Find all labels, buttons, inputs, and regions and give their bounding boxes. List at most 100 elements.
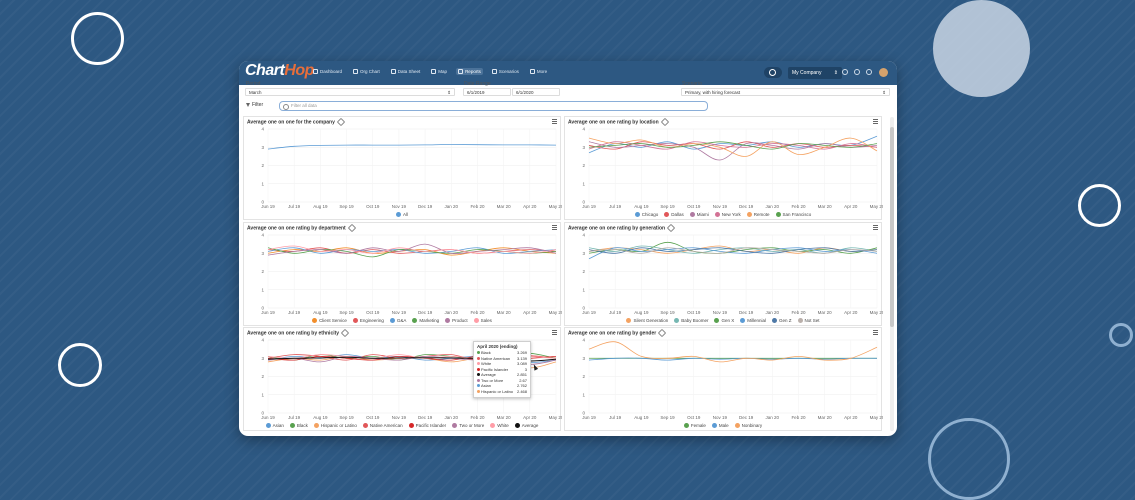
x-tick-label: Apr 20 (523, 415, 537, 420)
edit-icon[interactable] (657, 328, 667, 338)
tooltip-value: 2.468 (516, 388, 527, 394)
edit-icon[interactable] (336, 117, 346, 127)
x-tick-label: Feb 20 (470, 310, 485, 315)
legend-item[interactable]: Dallas (664, 212, 684, 217)
x-tick-label: May 20 (549, 415, 562, 420)
eye-icon[interactable] (842, 69, 848, 75)
x-tick-label: Jun 19 (582, 415, 596, 420)
help-icon[interactable] (866, 69, 872, 75)
logo-text: Chart (245, 62, 285, 79)
legend-item[interactable]: Chicago (634, 212, 658, 217)
legend-item[interactable]: Marketing (412, 318, 439, 323)
legend-item[interactable]: Gen Z (772, 318, 792, 323)
tooltip-swatch (477, 378, 480, 382)
x-tick-label: Mar 20 (818, 415, 833, 420)
nav-item-scenarios[interactable]: Scenarios (490, 68, 521, 75)
legend-swatch (408, 423, 414, 428)
chart-menu-icon[interactable] (552, 119, 557, 124)
legend-item[interactable]: Native American (362, 423, 403, 428)
legend-item[interactable]: Gen X (714, 318, 734, 323)
edit-icon[interactable] (660, 117, 669, 127)
search-icon (283, 104, 289, 110)
legend-item[interactable]: Miami (689, 212, 709, 217)
nav-item-more[interactable]: More (528, 68, 549, 75)
legend-item[interactable]: Engineering (352, 318, 384, 323)
edit-icon[interactable] (340, 328, 350, 338)
legend-item[interactable]: Remote (746, 212, 770, 217)
legend-item[interactable]: Nonbinary (734, 423, 762, 428)
scrollbar[interactable] (890, 117, 894, 431)
legend-item[interactable]: White (490, 423, 509, 428)
nav-item-reports[interactable]: Reports (456, 68, 483, 75)
chart-menu-icon[interactable] (873, 225, 878, 230)
legend-item[interactable]: Hispanic or Latino (313, 423, 357, 428)
legend-item[interactable]: Client Service (312, 318, 347, 323)
x-tick-label: Apr 20 (523, 310, 537, 315)
legend-item[interactable]: G&A (389, 318, 407, 323)
legend-item[interactable]: Asian (265, 423, 284, 428)
logo-text-accent: Hop (284, 62, 314, 79)
legend-item[interactable]: Silent Generation (626, 318, 668, 323)
global-search-button[interactable] (764, 67, 782, 78)
chart-menu-icon[interactable] (873, 330, 878, 335)
y-tick-label: 4 (582, 233, 585, 238)
legend-item[interactable]: Baby Boomer (674, 318, 708, 323)
edit-icon[interactable] (666, 223, 676, 233)
nav-label: Data Sheet (397, 69, 421, 74)
legend-swatch (714, 318, 720, 323)
date-end-input[interactable]: 6/1/2020 (512, 88, 560, 96)
edit-icon[interactable] (347, 223, 356, 233)
nav-item-dashboard[interactable]: Dashboard (311, 68, 344, 75)
legend-item[interactable]: Sales (473, 318, 492, 323)
chart-tooltip: April 2020 (ending) Black 3.269 Native Ame… (473, 341, 531, 398)
legend-item[interactable]: New York (714, 212, 741, 217)
y-tick-label: 1 (261, 287, 264, 292)
legend-item[interactable]: Millennial (740, 318, 766, 323)
legend-item[interactable]: All (395, 212, 408, 217)
company-switcher[interactable]: My Company ⇕ (788, 67, 842, 79)
nav-item-org-chart[interactable]: Org Chart (351, 68, 382, 75)
chartHop-logo[interactable]: ChartHop (245, 62, 314, 80)
legend-item[interactable]: San Francisco (775, 212, 812, 217)
filters-button[interactable]: Filter (246, 102, 263, 108)
tooltip-swatch (477, 362, 480, 366)
y-tick-label: 1 (261, 392, 264, 397)
chart-menu-icon[interactable] (552, 225, 557, 230)
nav-item-data-sheet[interactable]: Data Sheet (389, 68, 423, 75)
legend-label: Miami (696, 212, 709, 217)
tooltip-series-name: Hispanic or Latino (481, 388, 514, 394)
legend-label: G&A (396, 318, 407, 323)
legend-item[interactable]: Black (289, 423, 308, 428)
legend-label: Marketing (419, 318, 440, 323)
filters-label: Filter (252, 102, 264, 108)
legend-item[interactable]: Two or More (452, 423, 484, 428)
series-line-all[interactable] (267, 144, 557, 150)
legend-swatch (664, 212, 670, 217)
chart-menu-icon[interactable] (873, 119, 878, 124)
legend-item[interactable]: Male (711, 423, 729, 428)
scrollbar-thumb[interactable] (890, 127, 894, 327)
chart-title: Average one on one rating by location (568, 117, 669, 127)
legend-item[interactable]: Female (683, 423, 706, 428)
legend-item[interactable]: Average (514, 423, 538, 428)
period-select[interactable]: March ⇕ (245, 88, 455, 96)
reports-icon (458, 69, 464, 74)
legend-label: Not Set (804, 318, 820, 323)
filter-search-input[interactable]: Filter all data (279, 101, 708, 111)
legend-item[interactable]: Pacific Islander (408, 423, 447, 428)
app-window: ChartHop Dashboard Org Chart Data Sheet Map… (239, 61, 897, 436)
legend-item[interactable]: Product (445, 318, 468, 323)
nav-item-map[interactable]: Map (429, 68, 449, 75)
x-tick-label: Dec 19 (418, 415, 433, 420)
chart-panel: 0 1 2 3 4 Jun 19 Jul 19 Aug 19 Sep 19 Oct 19 Nov 1… (243, 222, 562, 326)
chart-menu-icon[interactable] (552, 330, 557, 335)
chart-title: Average one on one rating by ethnicity (247, 328, 350, 338)
legend-label: Pacific Islander (415, 423, 447, 428)
legend-label: San Francisco (782, 212, 812, 217)
date-start-input[interactable]: 6/1/2019 (463, 88, 511, 96)
legend-item[interactable]: Not Set (797, 318, 820, 323)
legend-label: Baby Boomer (681, 318, 709, 323)
gear-icon[interactable] (854, 69, 860, 75)
avatar[interactable] (879, 68, 888, 77)
scenario-select[interactable]: Primary, with hiring forecast ⇕ (681, 88, 890, 96)
